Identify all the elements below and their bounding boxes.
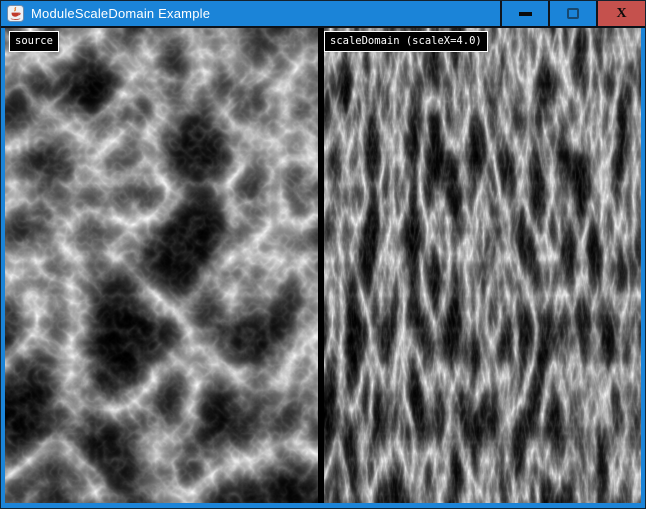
source-noise-image xyxy=(5,28,318,503)
app-window: ModuleScaleDomain Example X source sc xyxy=(0,0,646,509)
noise-panel-scale-domain: scaleDomain (scaleX=4.0) xyxy=(324,28,641,503)
content-area: source scaleDomain (scaleX=4.0) xyxy=(1,28,645,503)
noise-panel-source: source xyxy=(5,28,318,503)
maximize-button[interactable] xyxy=(550,1,596,26)
scale-domain-noise-image xyxy=(324,28,641,503)
close-icon: X xyxy=(616,7,626,21)
maximize-icon xyxy=(567,8,579,19)
window-title: ModuleScaleDomain Example xyxy=(31,6,500,21)
minimize-icon xyxy=(519,12,532,16)
window-border-bottom xyxy=(1,503,645,508)
window-border-right xyxy=(641,28,645,503)
minimize-button[interactable] xyxy=(502,1,548,26)
window-controls: X xyxy=(500,1,645,26)
titlebar[interactable]: ModuleScaleDomain Example X xyxy=(1,1,645,26)
close-button[interactable]: X xyxy=(598,1,645,26)
source-label: source xyxy=(9,31,59,52)
java-app-icon xyxy=(7,5,24,22)
scale-domain-label: scaleDomain (scaleX=4.0) xyxy=(324,31,488,52)
